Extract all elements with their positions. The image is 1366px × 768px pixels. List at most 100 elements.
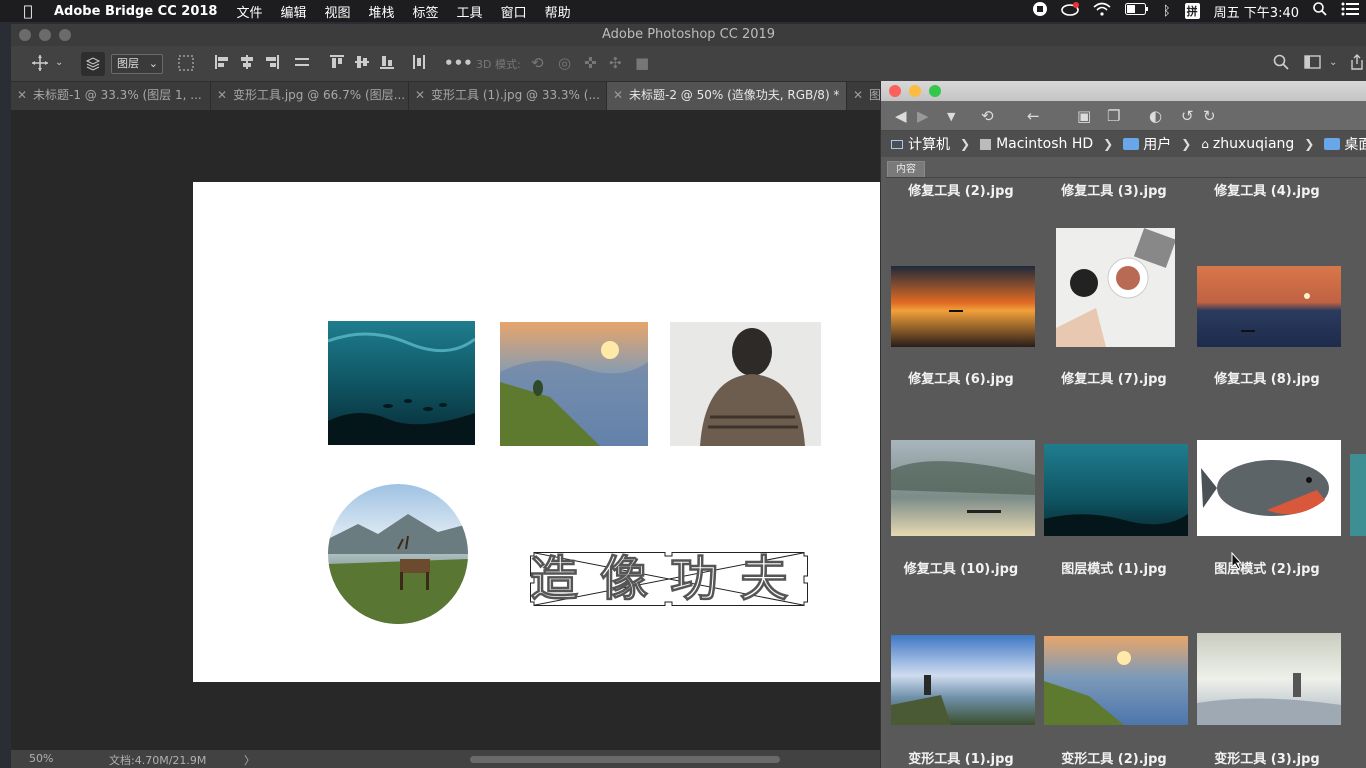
thumbnail-caption[interactable]: 修复工具 (2).jpg xyxy=(886,180,1036,199)
thumbnail-caption[interactable]: 修复工具 (10).jpg xyxy=(886,558,1036,577)
input-method-icon[interactable]: 拼 xyxy=(1184,3,1200,19)
menu-stack[interactable]: 堆栈 xyxy=(369,2,395,21)
align-middle-icon[interactable] xyxy=(354,54,370,74)
app-name-menu[interactable]: Adobe Bridge CC 2018 xyxy=(54,4,217,19)
3d-roll-icon[interactable]: ◎ xyxy=(558,54,571,72)
deer-circle-image[interactable] xyxy=(328,484,468,624)
zoom-level[interactable]: 50% xyxy=(29,752,53,765)
menu-label[interactable]: 标签 xyxy=(413,2,439,21)
transform-controls-icon[interactable] xyxy=(177,54,195,76)
distribute-icon[interactable] xyxy=(294,54,310,74)
menu-help[interactable]: 帮助 xyxy=(545,2,571,21)
thumbnail-caption[interactable]: 修复工具 (3).jpg xyxy=(1039,180,1189,199)
thumbnail-image-partial[interactable] xyxy=(1350,454,1366,536)
more-options-icon[interactable]: ••• xyxy=(444,54,473,72)
breadcrumb-macintosh-hd[interactable]: Macintosh HD xyxy=(980,136,1093,152)
stop-record-icon[interactable] xyxy=(1032,2,1047,20)
move-tool-icon[interactable] xyxy=(31,54,49,76)
breadcrumb-home[interactable]: ⌂ zhuxuqiang xyxy=(1201,136,1294,152)
3d-orbit-icon[interactable]: ⟲ xyxy=(531,54,544,72)
clock[interactable]: 周五 下午3:40 xyxy=(1214,2,1299,21)
thumbnail-image[interactable] xyxy=(891,266,1035,347)
man-blanket-image[interactable] xyxy=(670,322,821,446)
notification-center-icon[interactable] xyxy=(1341,2,1359,20)
workspace-icon[interactable] xyxy=(1304,54,1322,74)
menu-tools[interactable]: 工具 xyxy=(457,2,483,21)
creative-cloud-icon[interactable] xyxy=(1061,2,1079,20)
tab-doc-2[interactable]: ✕ 变形工具.jpg @ 66.7% (图层... xyxy=(211,82,409,110)
align-bottom-icon[interactable] xyxy=(379,54,395,74)
align-center-icon[interactable] xyxy=(239,54,255,74)
content-grid[interactable]: 修复工具 (2).jpg 修复工具 (3).jpg 修复工具 (4).jpg 修… xyxy=(886,177,1366,768)
close-icon[interactable]: ✕ xyxy=(853,82,863,108)
close-icon[interactable]: ✕ xyxy=(17,82,27,108)
share-icon[interactable] xyxy=(1349,54,1365,74)
tab-doc-1[interactable]: ✕ 未标题-1 @ 33.3% (图层 1, ... xyxy=(11,82,211,110)
breadcrumb-desktop[interactable]: 桌面 xyxy=(1324,134,1366,154)
thumbnail-caption[interactable]: 图层模式 (1).jpg xyxy=(1039,558,1189,577)
open-in-camera-raw-icon[interactable]: ◐ xyxy=(1149,107,1162,125)
3d-slide-icon[interactable]: ✣ xyxy=(609,54,622,72)
thumbnail-image[interactable] xyxy=(1197,633,1341,725)
thumbnail-caption[interactable]: 变形工具 (3).jpg xyxy=(1192,748,1342,767)
breadcrumb-users[interactable]: 用户 xyxy=(1123,134,1171,154)
horizontal-scrollbar[interactable] xyxy=(470,756,780,763)
3d-scale-icon[interactable]: ■ xyxy=(635,54,649,72)
thumbnail-image[interactable] xyxy=(891,440,1035,536)
thumbnail-image[interactable] xyxy=(1197,266,1341,347)
align-top-icon[interactable] xyxy=(329,54,345,74)
reveal-recent-icon[interactable]: ⟲ xyxy=(981,107,994,125)
menu-view[interactable]: 视图 xyxy=(325,2,351,21)
wifi-icon[interactable] xyxy=(1093,2,1111,20)
tab-doc-4-active[interactable]: ✕ 未标题-2 @ 50% (造像功夫, RGB/8) * xyxy=(607,82,847,110)
menu-edit[interactable]: 编辑 xyxy=(280,2,306,21)
thumbnail-image[interactable] xyxy=(1044,636,1188,725)
close-icon[interactable]: ✕ xyxy=(217,82,227,108)
close-icon[interactable]: ✕ xyxy=(415,82,425,108)
bluetooth-icon[interactable]: ᛒ xyxy=(1163,4,1171,19)
return-to-photoshop-icon[interactable]: ← xyxy=(1027,107,1040,125)
back-arrow-icon[interactable]: ◀ xyxy=(895,107,907,125)
content-panel-tab[interactable]: 内容 xyxy=(887,161,925,177)
3d-pan-icon[interactable]: ✜ xyxy=(584,54,597,72)
thumbnail-image[interactable] xyxy=(891,635,1035,725)
forward-arrow-icon[interactable]: ▶ xyxy=(917,107,929,125)
apple-icon[interactable]:  xyxy=(14,2,42,20)
layer-select-dropdown[interactable]: 图层 ⌄ xyxy=(111,54,163,74)
rotate-right-icon[interactable]: ↻ xyxy=(1203,107,1216,125)
thumbnail-caption[interactable]: 修复工具 (7).jpg xyxy=(1039,368,1189,387)
minimize-window-button[interactable] xyxy=(39,29,51,41)
align-left-icon[interactable] xyxy=(214,54,230,74)
tab-doc-3[interactable]: ✕ 变形工具 (1).jpg @ 33.3% (... xyxy=(409,82,607,110)
thumbnail-caption[interactable]: 变形工具 (1).jpg xyxy=(886,748,1036,767)
search-icon[interactable] xyxy=(1273,54,1289,74)
thumbnail-image[interactable] xyxy=(1044,444,1188,536)
thumbnail-caption[interactable]: 修复工具 (8).jpg xyxy=(1192,368,1342,387)
minimize-window-button[interactable] xyxy=(909,85,921,97)
rotate-left-icon[interactable]: ↺ xyxy=(1181,107,1194,125)
canvas-area[interactable]: 造像功夫 xyxy=(11,110,881,750)
refine-icon[interactable]: ❐ xyxy=(1107,107,1120,125)
zoom-window-button[interactable] xyxy=(59,29,71,41)
chevron-down-icon[interactable]: ▼ xyxy=(947,110,955,123)
thumbnail-image[interactable] xyxy=(1197,440,1341,536)
thumbnail-caption[interactable]: 修复工具 (4).jpg xyxy=(1192,180,1342,199)
zoom-window-button[interactable] xyxy=(929,85,941,97)
chevron-down-icon[interactable]: ⌄ xyxy=(1329,57,1337,68)
auto-select-layers-icon[interactable] xyxy=(81,52,105,76)
document-canvas[interactable]: 造像功夫 xyxy=(193,182,881,682)
underwater-image[interactable] xyxy=(328,321,475,445)
close-window-button[interactable] xyxy=(889,85,901,97)
chevron-down-icon[interactable]: ⌄ xyxy=(55,57,63,68)
menu-file[interactable]: 文件 xyxy=(236,2,262,21)
breadcrumb-computer[interactable]: 计算机 xyxy=(891,134,950,154)
menu-window[interactable]: 窗口 xyxy=(501,2,527,21)
hiker-sunset-image[interactable] xyxy=(500,322,648,446)
battery-icon[interactable] xyxy=(1124,3,1149,19)
status-expand-icon[interactable]: 〉 xyxy=(244,752,255,768)
close-window-button[interactable] xyxy=(19,29,31,41)
thumbnail-image[interactable] xyxy=(1056,228,1175,347)
thumbnail-caption[interactable]: 修复工具 (6).jpg xyxy=(886,368,1036,387)
spotlight-search-icon[interactable] xyxy=(1313,2,1327,20)
text-layer-transform-box[interactable]: 造像功夫 xyxy=(530,552,808,606)
